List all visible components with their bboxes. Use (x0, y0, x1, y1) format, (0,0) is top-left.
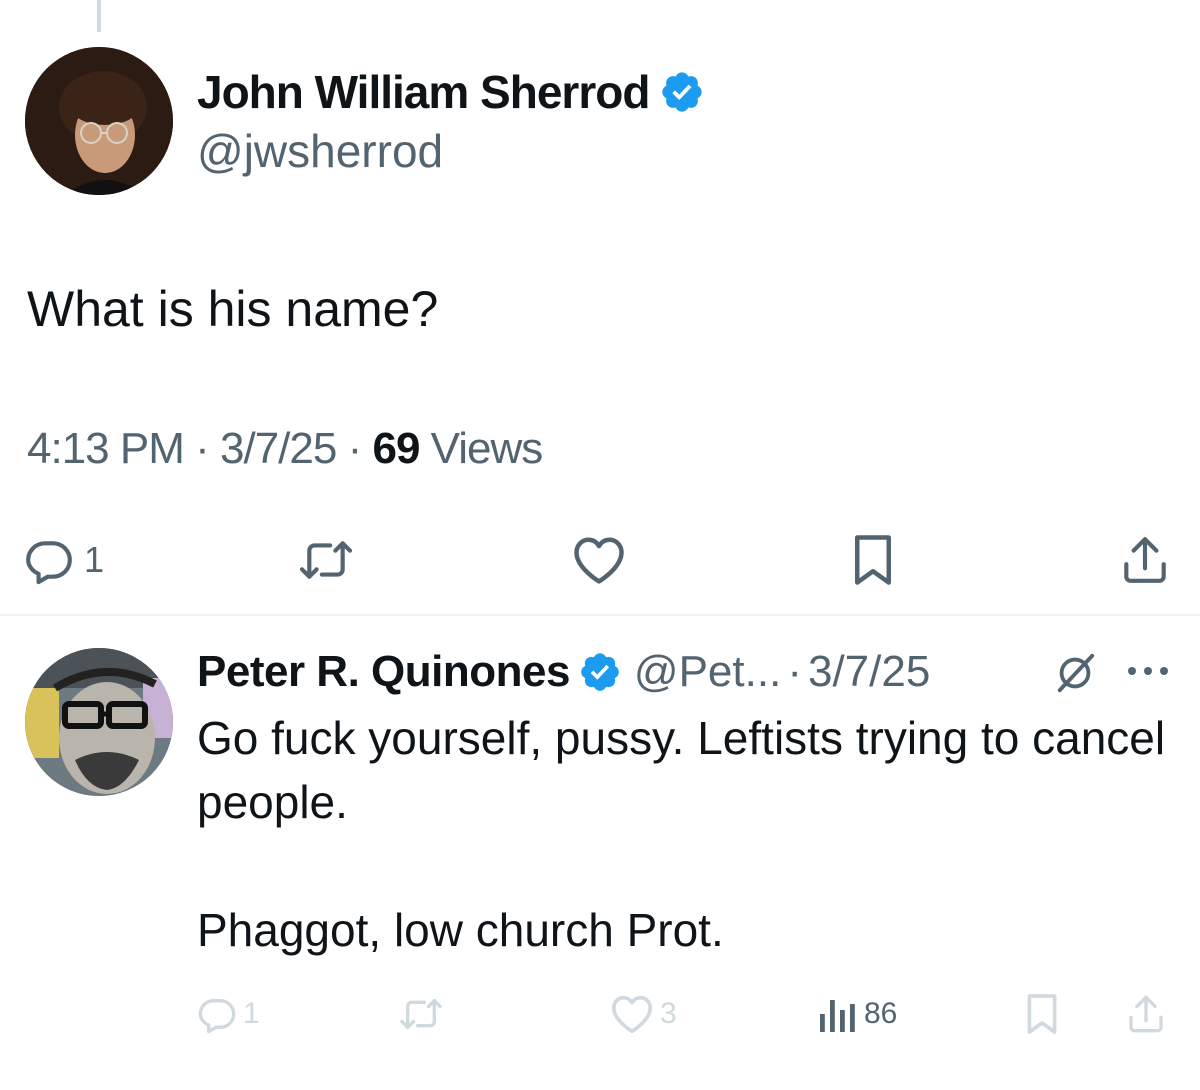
reply-author-name[interactable]: Peter R. Quinones (197, 647, 570, 697)
reply-avatar[interactable] (25, 648, 173, 796)
reply-author-handle[interactable]: @Pet... (634, 647, 781, 697)
avatar[interactable] (25, 47, 173, 195)
like-button[interactable]: 3 (610, 986, 677, 1042)
reply-actions: 1 3 86 (0, 986, 1200, 1042)
views-count: 86 (864, 997, 898, 1030)
share-icon (1129, 995, 1163, 1033)
reply-header: Peter R. Quinones @Pet... · 3/7/25 (197, 640, 930, 704)
tweet-text: What is his name? (27, 281, 439, 337)
avatar-photo (25, 648, 173, 796)
meta-separator: · (787, 647, 802, 696)
reply-text: Go fuck yourself, pussy. Leftists trying… (197, 712, 1166, 956)
views-label: Views (430, 424, 544, 473)
reply-count: 1 (84, 539, 105, 580)
thread-connector-line (97, 0, 101, 32)
like-icon (574, 537, 624, 584)
reply-button[interactable]: 1 (197, 986, 260, 1042)
grok-icon (1057, 653, 1095, 693)
more-icon (1128, 667, 1168, 675)
bookmark-icon (1027, 994, 1057, 1034)
retweet-icon (299, 541, 353, 579)
reply-icon (26, 541, 72, 585)
views-count: 69 (372, 424, 420, 473)
like-count: 3 (660, 997, 677, 1030)
grok-button[interactable] (1052, 650, 1098, 701)
share-icon (1124, 537, 1166, 583)
reply-icon (198, 999, 236, 1034)
share-button[interactable] (1126, 986, 1166, 1042)
verified-badge-icon[interactable] (578, 650, 622, 694)
share-button[interactable] (1120, 528, 1170, 592)
author-handle[interactable]: @jwsherrod (197, 124, 443, 178)
reply-count: 1 (243, 997, 260, 1030)
like-button[interactable] (572, 528, 626, 592)
meta-separator: · (347, 424, 363, 473)
bookmark-button[interactable] (850, 528, 896, 592)
bookmark-icon (855, 535, 891, 585)
retweet-button[interactable] (298, 528, 354, 592)
tweet-actions: 1 (0, 528, 1200, 592)
tweet-time[interactable]: 4:13 PM (27, 424, 185, 473)
verified-badge-icon[interactable] (659, 69, 705, 115)
reply-date[interactable]: 3/7/25 (808, 647, 930, 697)
like-icon (611, 995, 652, 1034)
tweet-date[interactable]: 3/7/25 (220, 424, 337, 473)
views-icon (820, 1000, 855, 1032)
meta-separator: · (195, 424, 210, 473)
retweet-button[interactable] (398, 986, 444, 1042)
reply-button[interactable]: 1 (24, 528, 104, 592)
tweet-meta: 4:13 PM · 3/7/25 · 69 Views (27, 424, 544, 474)
more-options-button[interactable] (1124, 664, 1174, 683)
author-header: John William Sherrod (197, 60, 705, 124)
views-button[interactable]: 86 (818, 986, 897, 1042)
author-name[interactable]: John William Sherrod (197, 65, 650, 119)
bookmark-button[interactable] (1024, 986, 1060, 1042)
retweet-icon (400, 999, 442, 1029)
avatar-photo (25, 47, 173, 195)
tweet-divider (0, 614, 1200, 616)
